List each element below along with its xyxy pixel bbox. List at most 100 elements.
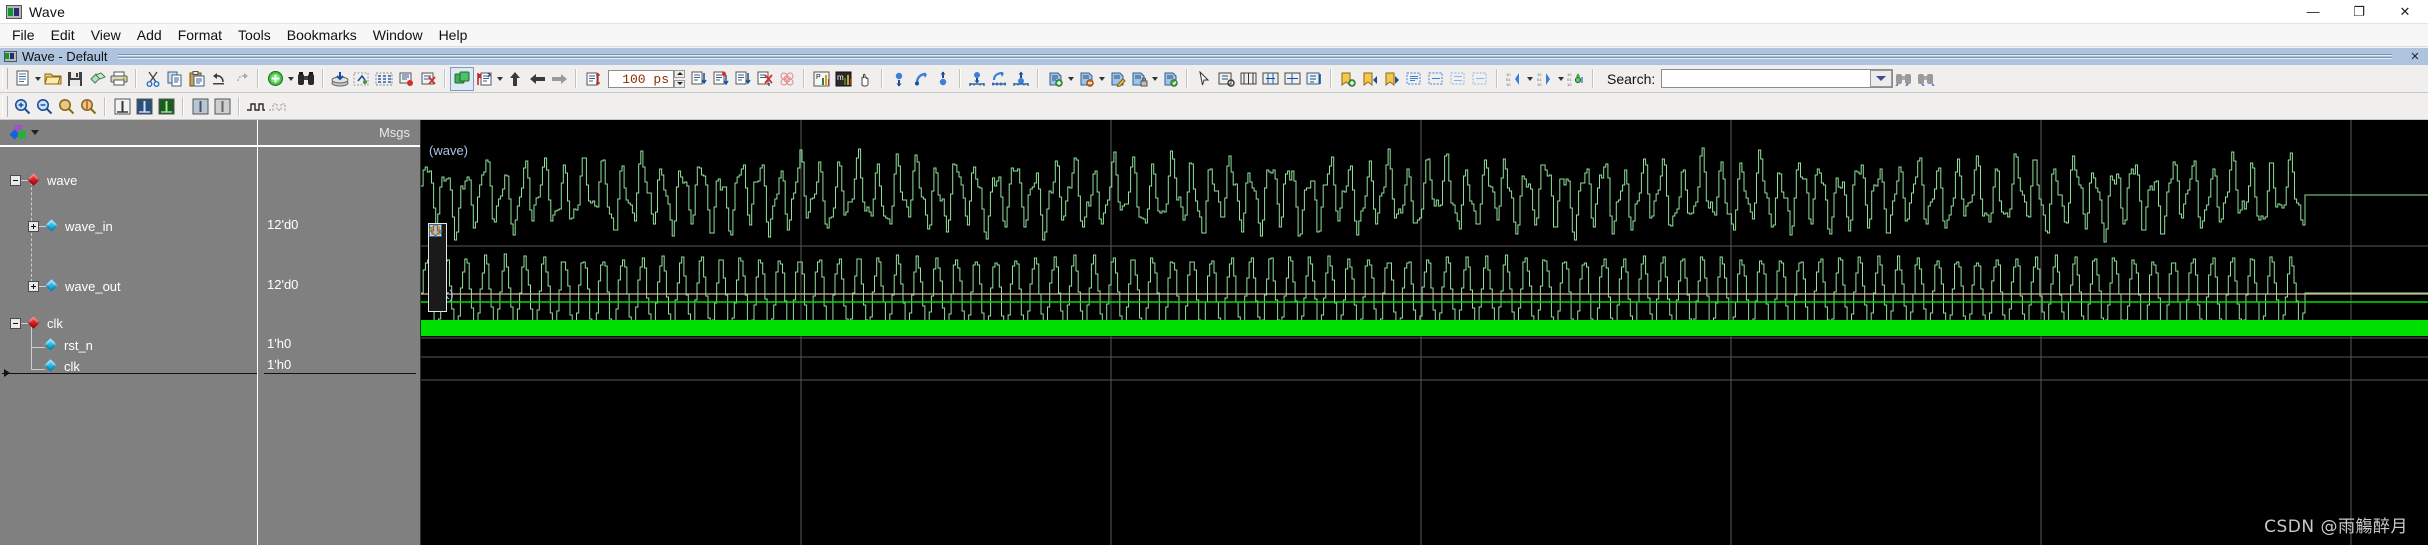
lock-cursor-icon[interactable] (1128, 68, 1150, 90)
signal-row-clk-group[interactable]: clk (10, 315, 63, 331)
bookmark-add-icon[interactable] (1337, 68, 1359, 90)
zoom-mode-icon[interactable] (1215, 68, 1237, 90)
add-green-plus-icon[interactable] (264, 68, 286, 90)
zoom-cursor-icon[interactable] (77, 95, 99, 117)
bookmark-toggle-icon[interactable] (1447, 68, 1469, 90)
menu-bookmarks[interactable]: Bookmarks (279, 25, 365, 45)
wave-format-white-icon[interactable] (111, 95, 133, 117)
wave-selector-dropdown-icon[interactable] (31, 130, 39, 135)
signal-center-icon[interactable]: 10 01 10 (1565, 68, 1587, 90)
menu-file[interactable]: File (4, 25, 43, 45)
signal-row-wave[interactable]: wave (10, 172, 77, 188)
wave-format-dashed-icon[interactable] (267, 95, 289, 117)
goto-cursor-icon[interactable] (1159, 68, 1181, 90)
compile-icon[interactable] (329, 68, 351, 90)
zoom-in-range-icon[interactable] (966, 68, 988, 90)
menu-edit[interactable]: Edit (43, 25, 83, 45)
signal-tree[interactable]: wave wave_in wave_out clk rst_n clk (0, 147, 257, 545)
delete-signal-icon[interactable] (754, 68, 776, 90)
open-folder-icon[interactable] (42, 68, 64, 90)
add-cursor-icon[interactable] (1044, 68, 1066, 90)
down-arrow-tool-icon[interactable] (429, 224, 445, 309)
zoom-out-icon[interactable] (910, 68, 932, 90)
edit-cursor-icon[interactable] (1106, 68, 1128, 90)
break-icon[interactable] (373, 68, 395, 90)
measure-mode-icon[interactable] (1237, 68, 1259, 90)
close-button[interactable]: ✕ (2382, 0, 2428, 23)
find-binoculars-icon[interactable] (295, 68, 317, 90)
grid-icon[interactable] (776, 68, 798, 90)
signal-row-rst-n[interactable]: rst_n (45, 337, 93, 353)
expand-collapse-icon[interactable] (10, 174, 21, 186)
step-up-icon[interactable] (504, 68, 526, 90)
wave-format-blue-icon[interactable] (133, 95, 155, 117)
bookmark-expand-icon[interactable] (1403, 68, 1425, 90)
paste-icon[interactable] (186, 68, 208, 90)
cursor-rail[interactable] (2, 373, 257, 374)
reload-icon[interactable] (86, 68, 108, 90)
search-dropdown-icon[interactable] (1870, 70, 1893, 87)
search-prev-icon[interactable] (1893, 68, 1915, 90)
bookmark-next-icon[interactable] (1381, 68, 1403, 90)
signal-prev-icon[interactable]: 10 01 10 (1503, 68, 1525, 90)
insert-cursor-icon[interactable] (710, 68, 732, 90)
redo-icon[interactable] (230, 68, 252, 90)
wave-format-gray-icon[interactable] (189, 95, 211, 117)
signal-next-dropdown-icon[interactable] (1556, 68, 1565, 90)
menu-help[interactable]: Help (431, 25, 476, 45)
collapse-time-icon[interactable] (1281, 68, 1303, 90)
bookmark-collapse-icon[interactable] (1425, 68, 1447, 90)
menu-window[interactable]: Window (365, 25, 431, 45)
simulate-icon[interactable] (351, 68, 373, 90)
run-length-field[interactable]: 100 ps (608, 69, 674, 88)
minimize-button[interactable]: — (2290, 0, 2336, 23)
lock-cursor-dropdown-icon[interactable] (1150, 68, 1159, 90)
hand-pan-icon[interactable] (854, 68, 876, 90)
search-input[interactable] (1665, 70, 1870, 87)
wave-format-analog-icon[interactable] (211, 95, 233, 117)
copy-icon[interactable] (164, 68, 186, 90)
delete-cursor-dropdown-icon[interactable] (1097, 68, 1106, 90)
wave-format-green-icon[interactable] (155, 95, 177, 117)
bookmark-prev-icon[interactable] (1359, 68, 1381, 90)
run-length-spinner[interactable] (674, 69, 685, 88)
signal-prev-dropdown-icon[interactable] (1525, 68, 1534, 90)
new-document-icon[interactable] (11, 68, 33, 90)
step-back-icon[interactable] (526, 68, 548, 90)
zoom-fit-range-icon[interactable] (1010, 68, 1032, 90)
cursor-marker-icon[interactable] (4, 369, 10, 377)
zoom-in-icon[interactable] (11, 95, 33, 117)
pane-close-icon[interactable]: ✕ (2402, 50, 2428, 63)
cursor-rail-values[interactable] (264, 373, 416, 374)
menu-add[interactable]: Add (129, 25, 170, 45)
restart-icon[interactable] (395, 68, 417, 90)
insert-divider-icon[interactable] (732, 68, 754, 90)
run-continue-icon[interactable] (473, 68, 495, 90)
signal-row-clk[interactable]: clk (45, 358, 80, 374)
search-field[interactable] (1661, 69, 1894, 88)
expand-all-time-icon[interactable] (1303, 68, 1325, 90)
zoom-full-icon[interactable] (55, 95, 77, 117)
insert-signal-icon[interactable] (688, 68, 710, 90)
star-tool-icon[interactable] (429, 224, 445, 292)
toolbar-grip[interactable] (2, 68, 8, 89)
radix-tool-icon[interactable] (429, 224, 445, 258)
expand-collapse-icon[interactable] (28, 220, 39, 232)
print-icon[interactable] (108, 68, 130, 90)
menu-format[interactable]: Format (170, 25, 230, 45)
zoom-out-icon[interactable] (33, 95, 55, 117)
signal-next-icon[interactable]: 10 01 10 (1534, 68, 1556, 90)
add-dropdown-icon[interactable] (286, 68, 295, 90)
select-mode-icon[interactable] (1193, 68, 1215, 90)
zoom-in-icon[interactable] (888, 68, 910, 90)
maximize-button[interactable]: ❐ (2336, 0, 2382, 23)
menu-tools[interactable]: Tools (230, 25, 279, 45)
signal-row-wave-in[interactable]: wave_in (28, 218, 113, 234)
pane-drag-handle[interactable] (117, 52, 2392, 61)
menu-view[interactable]: View (83, 25, 129, 45)
search-next-icon[interactable] (1915, 68, 1937, 90)
run-all-icon[interactable] (450, 66, 474, 91)
undo-icon[interactable] (208, 68, 230, 90)
expand-time-icon[interactable] (1259, 68, 1281, 90)
wave-toolbar-grip[interactable] (2, 95, 8, 117)
